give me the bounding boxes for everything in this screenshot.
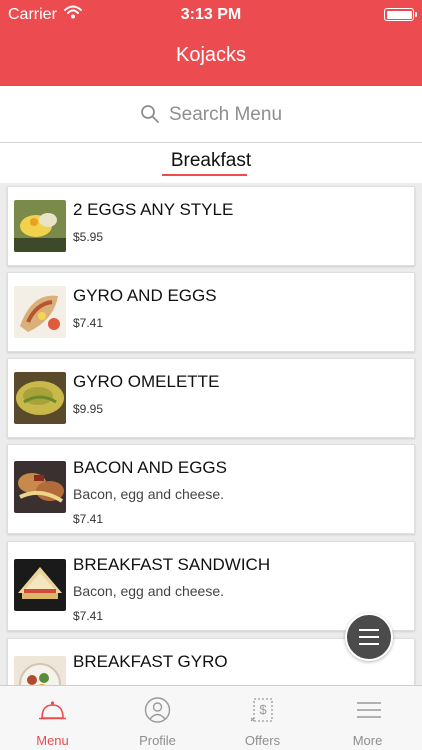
tab-profile[interactable]: Profile	[105, 686, 210, 750]
floating-menu-button[interactable]	[345, 613, 393, 661]
tab-offers[interactable]: $ Offers	[210, 686, 315, 750]
item-price: $7.41	[73, 609, 104, 623]
tab-menu[interactable]: Menu	[0, 686, 105, 750]
item-name: BREAKFAST GYRO	[73, 652, 228, 671]
app-header: Carrier 3:13 PM Kojacks	[0, 0, 422, 86]
page-title: Kojacks	[175, 44, 247, 66]
menu-item[interactable]: 2 EGGS ANY STYLE $5.95	[7, 186, 415, 266]
item-description: Bacon, egg and cheese.	[73, 486, 225, 502]
tab-label: Offers	[244, 733, 281, 748]
profile-icon	[144, 697, 171, 723]
tab-more[interactable]: More	[315, 686, 420, 750]
item-price: $9.95	[73, 402, 104, 416]
tab-label: Profile	[139, 733, 176, 748]
status-bar: Carrier 3:13 PM	[0, 0, 422, 30]
svg-text:$: $	[259, 702, 267, 717]
coupon-icon: $	[250, 698, 273, 722]
item-name: 2 EGGS ANY STYLE	[73, 200, 234, 219]
category-underline	[162, 174, 247, 176]
menu-list[interactable]: 2 EGGS ANY STYLE $5.95 GYRO AND EGGS $7.…	[0, 183, 422, 685]
item-name: BACON AND EGGS	[73, 458, 227, 477]
menu-item[interactable]: GYRO OMELETTE $9.95	[7, 358, 415, 438]
menu-item[interactable]: GYRO AND EGGS $7.41	[7, 272, 415, 352]
search-icon	[141, 105, 159, 123]
item-price: $5.95	[73, 230, 104, 244]
search-bar[interactable]: Search Menu	[0, 86, 422, 143]
tab-label: Menu	[36, 733, 69, 748]
item-photo	[14, 559, 66, 611]
item-price: $7.41	[73, 512, 104, 526]
menu-item[interactable]: BACON AND EGGS Bacon, egg and cheese. $7…	[7, 444, 415, 534]
item-photo	[14, 461, 66, 513]
item-photo	[14, 200, 66, 252]
category-title[interactable]: Breakfast	[0, 150, 422, 172]
item-name: GYRO AND EGGS	[73, 286, 217, 305]
item-description: Bacon, egg and cheese.	[73, 583, 225, 599]
item-photo	[14, 656, 66, 685]
item-photo	[14, 372, 66, 424]
tab-label: More	[352, 733, 383, 748]
item-name: BREAKFAST SANDWICH	[73, 555, 271, 574]
tab-bar: Menu Profile $ Offers More	[0, 685, 422, 750]
search-input[interactable]: Search Menu	[169, 104, 282, 126]
item-price: $7.41	[73, 316, 104, 330]
cloche-icon	[39, 701, 66, 720]
item-photo	[14, 286, 66, 338]
item-name: GYRO OMELETTE	[73, 372, 220, 391]
clock: 3:13 PM	[180, 6, 242, 23]
menu-lines-icon	[357, 702, 381, 718]
battery-icon	[384, 8, 417, 21]
category-header: Breakfast	[0, 143, 422, 183]
